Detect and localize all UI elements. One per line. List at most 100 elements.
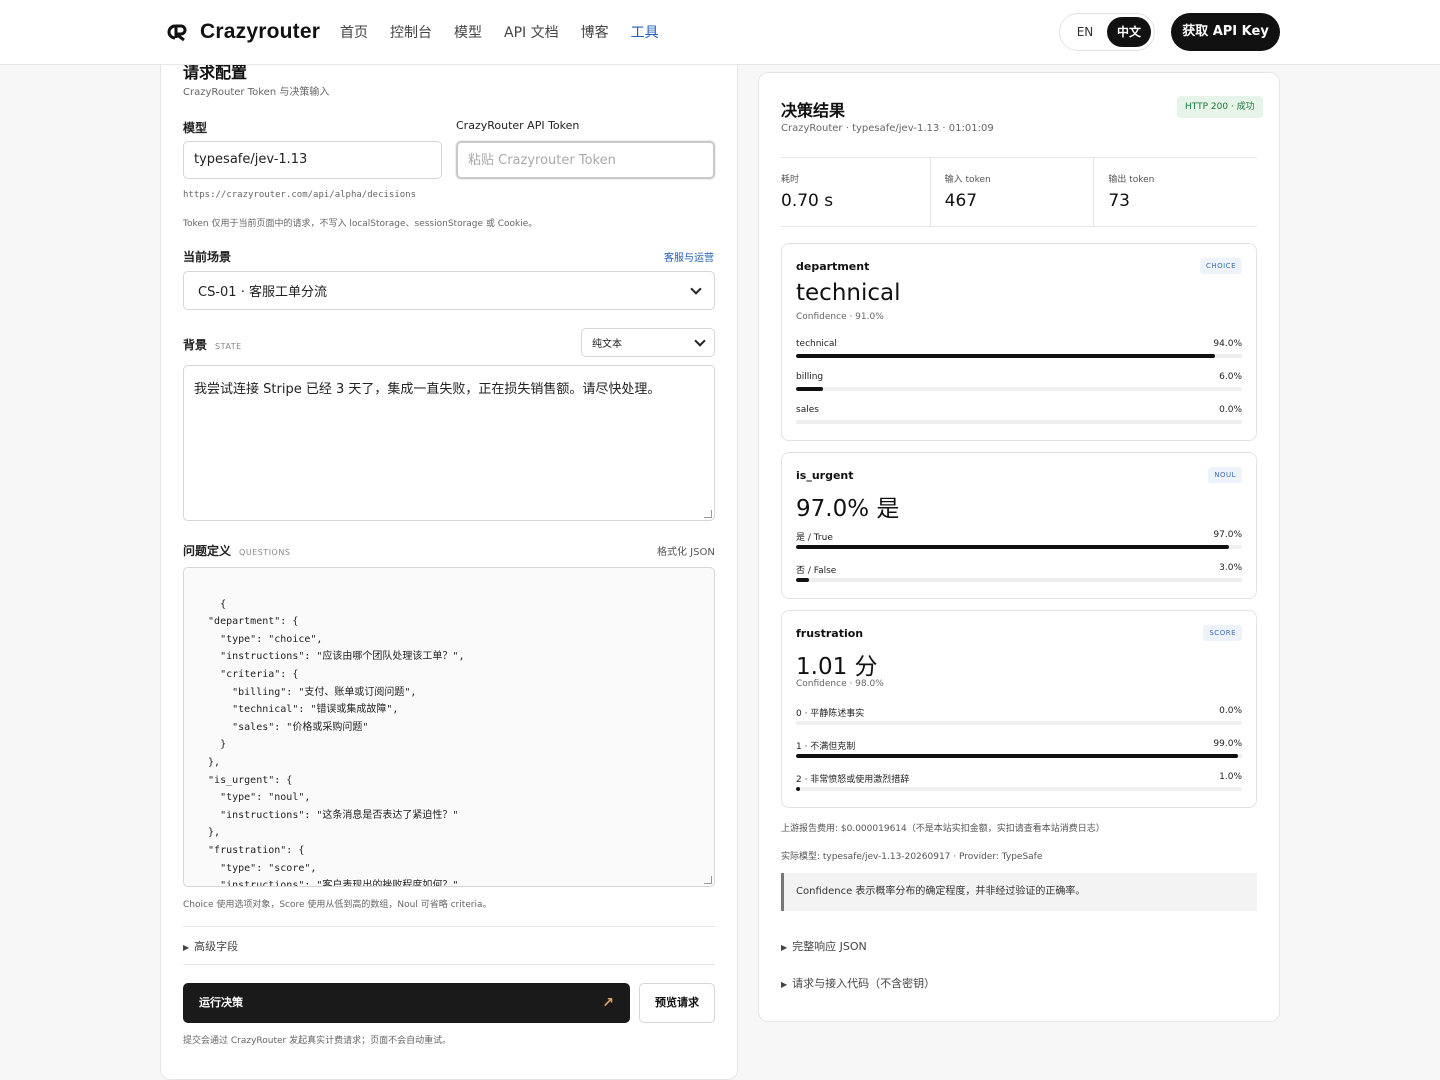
chevron-down-icon — [690, 282, 702, 295]
submit-note: 提交会通过 CrazyRouter 发起真实计费请求；页面不会自动重试。 — [183, 1036, 452, 1046]
stat-value: 0.70 s — [781, 191, 834, 211]
question-type-tag: CHOICE — [1199, 258, 1242, 274]
probability-track — [796, 754, 1242, 758]
option-label: technical — [796, 339, 837, 349]
state-textarea[interactable]: 我尝试连接 Stripe 已经 3 天了，集成一直失败，正在损失销售额。请尽快处… — [183, 365, 715, 521]
code-snippet-label: 请求与接入代码（不含密钥） — [792, 977, 936, 990]
questions-code: { "department": { "type": "choice", "ins… — [208, 598, 465, 887]
token-privacy-note: Token 仅用于当前页面中的请求，不写入 localStorage、sessi… — [183, 219, 538, 229]
stat-value: 73 — [1108, 191, 1130, 211]
resize-handle-icon[interactable] — [704, 876, 712, 884]
option-percent: 6.0% — [1219, 372, 1242, 382]
scenario-select[interactable]: CS-01 · 客服工单分流 — [183, 271, 715, 310]
token-label: CrazyRouter API Token — [456, 119, 580, 132]
advanced-fields-toggle[interactable]: ▶ 高级字段 — [183, 938, 238, 954]
get-api-key-button[interactable]: 获取 API Key — [1171, 13, 1280, 51]
probability-row: billing 6.0% — [796, 372, 1242, 391]
divider — [183, 964, 715, 965]
resize-handle-icon[interactable] — [704, 510, 712, 518]
probability-row: 0 · 平静陈述事实 0.0% — [796, 706, 1242, 725]
chevron-down-icon — [694, 334, 706, 347]
nav-api-docs[interactable]: API 文档 — [504, 22, 559, 42]
arrow-up-right-icon: ↗ — [602, 995, 614, 1011]
stat-input-tokens: 输入 token 467 — [929, 158, 1094, 226]
answer-value: technical — [796, 280, 901, 306]
probability-fill — [796, 754, 1238, 758]
answer-value: 1.01 分 — [796, 654, 878, 680]
request-subtitle: CrazyRouter Token 与决策输入 — [183, 87, 330, 98]
top-navigation-bar: Crazyrouter 首页 控制台 模型 API 文档 博客 工具 EN 中文… — [0, 0, 1440, 65]
format-json-button[interactable]: 格式化 JSON — [657, 543, 715, 558]
probability-track — [796, 545, 1242, 549]
option-label: 0 · 平静陈述事实 — [796, 709, 865, 719]
option-percent: 0.0% — [1219, 706, 1242, 716]
nav-tools[interactable]: 工具 — [631, 22, 659, 42]
scenario-select-value: CS-01 · 客服工单分流 — [198, 285, 327, 300]
option-percent: 97.0% — [1213, 530, 1242, 540]
state-label: 背景 STATE — [183, 336, 242, 353]
actual-model-note: 实际模型: typesafe/jev-1.13-20260917 · Provi… — [781, 852, 1043, 862]
model-label: 模型 — [183, 121, 208, 135]
run-decision-label: 运行决策 — [199, 996, 243, 1009]
question-name: is_urgent — [796, 469, 854, 482]
confidence-text: Confidence · 98.0% — [796, 679, 884, 689]
option-label: billing — [796, 372, 824, 382]
option-percent: 3.0% — [1219, 563, 1242, 573]
probability-track — [796, 721, 1242, 725]
full-json-label: 完整响应 JSON — [792, 940, 867, 953]
format-select-value: 纯文本 — [592, 339, 622, 350]
questions-tag: QUESTIONS — [239, 548, 291, 557]
probability-row: 1 · 不满但克制 99.0% — [796, 739, 1242, 758]
brand-name: Crazyrouter — [200, 20, 321, 43]
preview-request-button[interactable]: 预览请求 — [639, 983, 715, 1023]
endpoint-url: https://crazyrouter.com/api/alpha/decisi… — [183, 190, 416, 200]
model-input[interactable]: typesafe/jev-1.13 — [183, 141, 442, 179]
probability-fill — [796, 387, 823, 391]
state-tag: STATE — [215, 342, 242, 351]
nav-console[interactable]: 控制台 — [390, 22, 432, 42]
advanced-fields-label: 高级字段 — [194, 940, 239, 953]
token-input-placeholder: 粘贴 Crazyrouter Token — [468, 153, 616, 168]
full-json-toggle[interactable]: ▶ 完整响应 JSON — [781, 938, 867, 954]
brand-logo[interactable]: Crazyrouter — [164, 20, 320, 44]
lang-en-button[interactable]: EN — [1063, 17, 1107, 47]
probability-track — [796, 578, 1242, 582]
probability-track — [796, 354, 1242, 358]
probability-row: sales 0.0% — [796, 405, 1242, 424]
frustration-result-card: frustration SCORE 1.01 分 Confidence · 98… — [781, 610, 1257, 808]
caret-right-icon: ▶ — [183, 943, 190, 952]
nav-home[interactable]: 首页 — [340, 22, 368, 42]
result-subtitle: CrazyRouter · typesafe/jev-1.13 · 01:01:… — [781, 123, 994, 134]
probability-row: 2 · 非常愤怒或使用激烈措辞 1.0% — [796, 772, 1242, 791]
questions-code-editor[interactable]: { "department": { "type": "choice", "ins… — [183, 567, 715, 887]
option-label: 1 · 不满但克制 — [796, 742, 856, 752]
probability-fill — [796, 354, 1216, 358]
stat-value: 467 — [944, 191, 978, 211]
decision-result-panel: 决策结果 CrazyRouter · typesafe/jev-1.13 · 0… — [758, 72, 1280, 1022]
caret-right-icon: ▶ — [781, 943, 788, 952]
upstream-cost-note: 上游报告费用: $0.000019614（不是本站实扣金额，实扣请查看本站消费日… — [781, 824, 1105, 834]
request-config-panel: 请求配置 CrazyRouter Token 与决策输入 模型 CrazyRou… — [160, 40, 738, 1080]
probability-fill — [796, 787, 801, 791]
probability-row: 是 / True 97.0% — [796, 530, 1242, 549]
questions-note: Choice 使用选项对象，Score 使用从低到高的数组，Noul 可省略 c… — [183, 900, 492, 910]
code-snippet-toggle[interactable]: ▶ 请求与接入代码（不含密钥） — [781, 975, 935, 991]
probability-track — [796, 387, 1242, 391]
probability-fill — [796, 578, 810, 582]
usage-stats: 耗时 0.70 s 输入 token 467 输出 token 73 — [781, 157, 1257, 227]
stat-label: 输入 token — [944, 175, 991, 185]
probability-track — [796, 420, 1242, 424]
run-decision-button[interactable]: 运行决策 ↗ — [183, 983, 630, 1023]
answer-value: 97.0% 是 — [796, 496, 900, 522]
scenario-category-link[interactable]: 客服与运营 — [664, 249, 714, 264]
main-nav: 首页 控制台 模型 API 文档 博客 工具 — [340, 22, 659, 42]
question-name: frustration — [796, 627, 864, 640]
department-result-card: department CHOICE technical Confidence ·… — [781, 243, 1257, 441]
lang-zh-button[interactable]: 中文 — [1107, 17, 1151, 47]
option-percent: 0.0% — [1219, 405, 1242, 415]
token-input[interactable]: 粘贴 Crazyrouter Token — [456, 141, 715, 179]
nav-blog[interactable]: 博客 — [581, 22, 609, 42]
nav-models[interactable]: 模型 — [454, 22, 482, 42]
probability-row: technical 94.0% — [796, 339, 1242, 358]
format-select[interactable]: 纯文本 — [581, 328, 715, 357]
